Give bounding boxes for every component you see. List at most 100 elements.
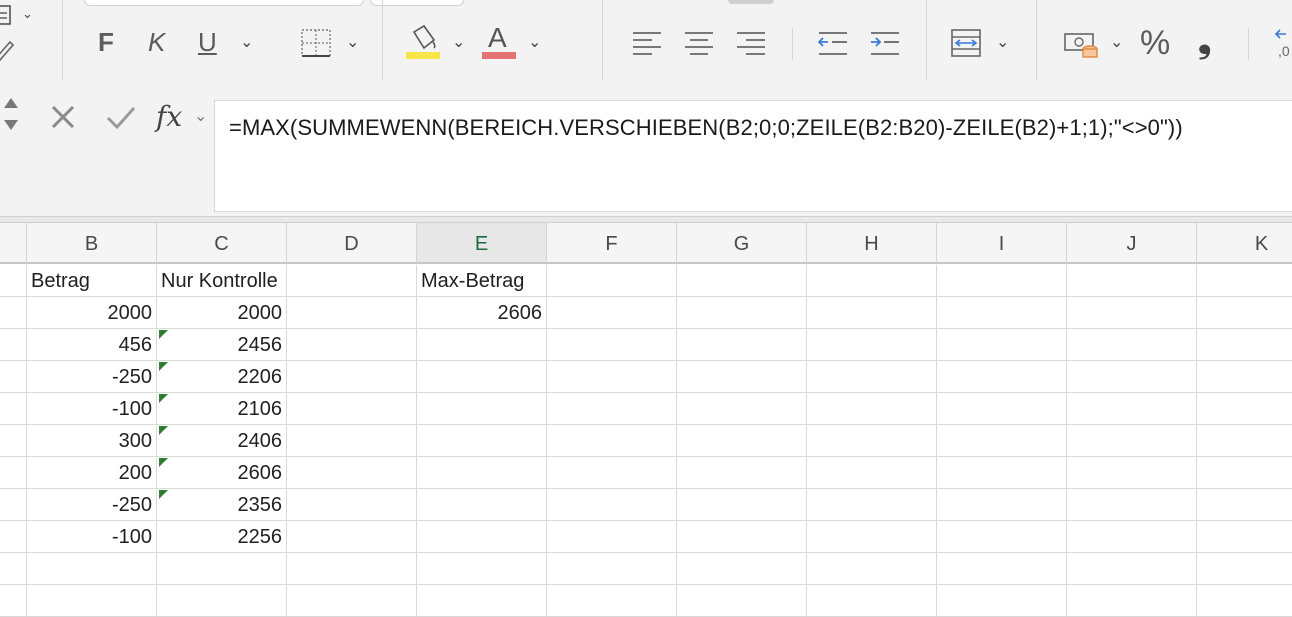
cell-d11[interactable]	[287, 585, 417, 617]
cell-h3[interactable]	[807, 329, 937, 361]
cell-h7[interactable]	[807, 457, 937, 489]
cell[interactable]	[0, 425, 27, 457]
cell-h2[interactable]	[807, 297, 937, 329]
error-indicator-icon[interactable]	[159, 330, 168, 339]
column-header-stub[interactable]	[0, 223, 27, 264]
cell-d1[interactable]	[287, 265, 417, 297]
cell-i10[interactable]	[937, 553, 1067, 585]
cell-d2[interactable]	[287, 297, 417, 329]
cell-h10[interactable]	[807, 553, 937, 585]
clipboard-icon[interactable]	[0, 2, 14, 26]
decrease-indent-icon[interactable]	[817, 30, 848, 56]
cell-h11[interactable]	[807, 585, 937, 617]
cell-k5[interactable]	[1197, 393, 1292, 425]
cell-h6[interactable]	[807, 425, 937, 457]
decrease-decimal-icon[interactable]: ,0	[1272, 28, 1292, 60]
error-indicator-icon[interactable]	[159, 458, 168, 467]
cell-j7[interactable]	[1067, 457, 1197, 489]
align-left-icon[interactable]	[632, 30, 662, 56]
column-header-j[interactable]: J	[1067, 223, 1197, 264]
cell-f3[interactable]	[547, 329, 677, 361]
cell-g1[interactable]	[677, 265, 807, 297]
error-indicator-icon[interactable]	[159, 426, 168, 435]
underline-button[interactable]: U	[198, 27, 217, 58]
column-header-k[interactable]: K	[1197, 223, 1292, 264]
cell-i4[interactable]	[937, 361, 1067, 393]
cell-c4[interactable]: 2206	[157, 361, 287, 393]
cell-b1[interactable]: Betrag	[27, 265, 157, 297]
cell-d6[interactable]	[287, 425, 417, 457]
cell-f9[interactable]	[547, 521, 677, 553]
cell-e9[interactable]	[417, 521, 547, 553]
cell[interactable]	[0, 393, 27, 425]
cell-d5[interactable]	[287, 393, 417, 425]
cell-d8[interactable]	[287, 489, 417, 521]
cell-b2[interactable]: 2000	[27, 297, 157, 329]
cell-f2[interactable]	[547, 297, 677, 329]
column-header-g[interactable]: G	[677, 223, 807, 264]
error-indicator-icon[interactable]	[159, 362, 168, 371]
cell-g5[interactable]	[677, 393, 807, 425]
cell-g11[interactable]	[677, 585, 807, 617]
cell-b7[interactable]: 200	[27, 457, 157, 489]
bold-button[interactable]: F	[98, 27, 114, 58]
cell-b11[interactable]	[27, 585, 157, 617]
fill-color-icon[interactable]	[406, 24, 440, 62]
cell-b8[interactable]: -250	[27, 489, 157, 521]
column-header-i[interactable]: I	[937, 223, 1067, 264]
cell-e4[interactable]	[417, 361, 547, 393]
column-header-e[interactable]: E	[417, 223, 547, 264]
cell-i5[interactable]	[937, 393, 1067, 425]
cell[interactable]	[0, 329, 27, 361]
cell-c10[interactable]	[157, 553, 287, 585]
cell-f4[interactable]	[547, 361, 677, 393]
column-header-f[interactable]: F	[547, 223, 677, 264]
cell-b10[interactable]	[27, 553, 157, 585]
cell-d7[interactable]	[287, 457, 417, 489]
cell-e5[interactable]	[417, 393, 547, 425]
cell-j6[interactable]	[1067, 425, 1197, 457]
cell-h4[interactable]	[807, 361, 937, 393]
chevron-down-icon[interactable]: ⌄	[528, 32, 541, 52]
cell-k2[interactable]	[1197, 297, 1292, 329]
cell-i2[interactable]	[937, 297, 1067, 329]
cell-f6[interactable]	[547, 425, 677, 457]
cell-c9[interactable]: 2256	[157, 521, 287, 553]
cell-d3[interactable]	[287, 329, 417, 361]
cell-k4[interactable]	[1197, 361, 1292, 393]
cell-c8[interactable]: 2356	[157, 489, 287, 521]
column-header-d[interactable]: D	[287, 223, 417, 264]
column-header-c[interactable]: C	[157, 223, 287, 264]
cancel-icon[interactable]	[50, 104, 76, 130]
cell-e3[interactable]	[417, 329, 547, 361]
cell-j3[interactable]	[1067, 329, 1197, 361]
cell[interactable]	[0, 457, 27, 489]
cell-c5[interactable]: 2106	[157, 393, 287, 425]
cell-k9[interactable]	[1197, 521, 1292, 553]
cell-f5[interactable]	[547, 393, 677, 425]
cell-c6[interactable]: 2406	[157, 425, 287, 457]
cell-i6[interactable]	[937, 425, 1067, 457]
cell-b5[interactable]: -100	[27, 393, 157, 425]
chevron-down-icon[interactable]: ⌄	[346, 32, 359, 52]
cell-k10[interactable]	[1197, 553, 1292, 585]
cell-h9[interactable]	[807, 521, 937, 553]
cell[interactable]	[0, 361, 27, 393]
cell-f11[interactable]	[547, 585, 677, 617]
error-indicator-icon[interactable]	[159, 490, 168, 499]
cell-e10[interactable]	[417, 553, 547, 585]
cell-g4[interactable]	[677, 361, 807, 393]
cell[interactable]	[0, 297, 27, 329]
cell-k3[interactable]	[1197, 329, 1292, 361]
cell-k6[interactable]	[1197, 425, 1292, 457]
percent-button[interactable]: %	[1140, 24, 1170, 63]
cell[interactable]	[0, 265, 27, 297]
cell-g9[interactable]	[677, 521, 807, 553]
cell-f1[interactable]	[547, 265, 677, 297]
cell-i11[interactable]	[937, 585, 1067, 617]
cell-f7[interactable]	[547, 457, 677, 489]
cell-g6[interactable]	[677, 425, 807, 457]
cell-e6[interactable]	[417, 425, 547, 457]
error-indicator-icon[interactable]	[159, 394, 168, 403]
cell[interactable]	[0, 553, 27, 585]
